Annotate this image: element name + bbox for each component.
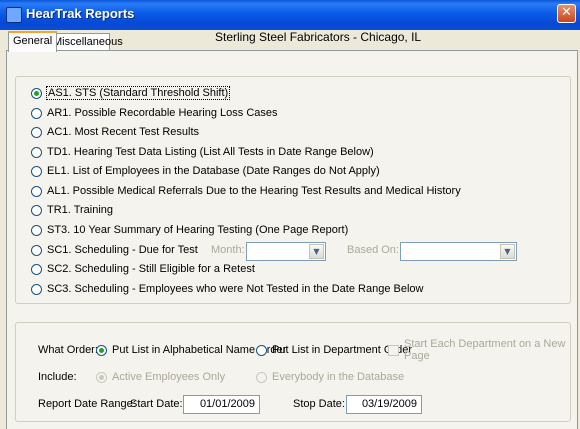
report-option[interactable]: SC1. Scheduling - Due for Test: [31, 242, 198, 258]
start-date-input[interactable]: 01/01/2009: [183, 395, 260, 414]
radio-icon[interactable]: [256, 344, 267, 356]
radio-icon[interactable]: [96, 344, 107, 356]
report-label: SC3. Scheduling - Employees who were Not…: [47, 283, 424, 295]
radio-icon[interactable]: [31, 107, 42, 119]
chevron-down-icon[interactable]: ▼: [500, 244, 515, 259]
radio-icon[interactable]: [31, 283, 42, 295]
stop-date-input[interactable]: 03/19/2009: [346, 395, 422, 414]
report-option[interactable]: AL1. Possible Medical Referrals Due to t…: [31, 183, 461, 199]
report-label: AL1. Possible Medical Referrals Due to t…: [47, 185, 461, 197]
radio-icon[interactable]: [31, 244, 42, 256]
chevron-down-icon[interactable]: ▼: [309, 244, 324, 259]
report-option[interactable]: TD1. Hearing Test Data Listing (List All…: [31, 144, 374, 160]
report-option[interactable]: AS1. STS (Standard Threshold Shift): [31, 85, 231, 101]
include-everybody-label: Everybody in the Database: [272, 371, 405, 383]
close-button[interactable]: ✕: [557, 4, 576, 23]
include-active-option[interactable]: Active Employees Only: [96, 369, 225, 385]
company-name: Sterling Steel Fabricators - Chicago, IL: [215, 30, 422, 44]
report-label: AC1. Most Recent Test Results: [47, 126, 200, 138]
title-bar: HearTrak Reports ✕: [0, 0, 580, 30]
checkbox-icon[interactable]: [388, 344, 399, 356]
report-option[interactable]: ST3. 10 Year Summary of Hearing Testing …: [31, 222, 348, 238]
based-on-label: Based On:: [347, 244, 399, 256]
month-label: Month:: [211, 244, 245, 256]
report-label: TD1. Hearing Test Data Listing (List All…: [47, 146, 374, 158]
radio-icon[interactable]: [31, 185, 42, 197]
radio-icon[interactable]: [31, 165, 42, 177]
report-label: AS1. STS (Standard Threshold Shift): [45, 86, 231, 100]
radio-icon[interactable]: [31, 224, 42, 236]
new-page-label: Start Each Department on a New Page: [404, 338, 566, 362]
include-label: Include:: [38, 371, 77, 383]
radio-icon[interactable]: [31, 146, 42, 158]
tab-general[interactable]: General: [8, 31, 58, 52]
date-range-label: Report Date Range:: [38, 398, 136, 410]
report-label: ST3. 10 Year Summary of Hearing Testing …: [47, 224, 349, 236]
report-label: SC2. Scheduling - Still Eligible for a R…: [47, 263, 255, 275]
include-active-label: Active Employees Only: [112, 371, 226, 383]
report-label: AR1. Possible Recordable Hearing Loss Ca…: [47, 107, 278, 119]
report-option[interactable]: EL1. List of Employees in the Database (…: [31, 163, 380, 179]
report-label: EL1. List of Employees in the Database (…: [47, 165, 380, 177]
radio-icon[interactable]: [31, 87, 42, 99]
report-option[interactable]: AR1. Possible Recordable Hearing Loss Ca…: [31, 105, 278, 121]
report-option[interactable]: TR1. Training: [31, 202, 113, 218]
radio-icon[interactable]: [256, 371, 267, 383]
report-option[interactable]: AC1. Most Recent Test Results: [31, 124, 199, 140]
based-on-select[interactable]: ▼: [400, 242, 517, 261]
app-icon: [6, 7, 22, 23]
order-label: What Order:: [38, 344, 98, 356]
window-title: HearTrak Reports: [26, 6, 135, 21]
tab-miscellaneous[interactable]: Miscellaneous: [48, 33, 123, 51]
report-option[interactable]: SC3. Scheduling - Employees who were Not…: [31, 281, 423, 297]
radio-icon[interactable]: [31, 263, 42, 275]
new-page-option[interactable]: Start Each Department on a New Page: [388, 338, 580, 362]
radio-icon[interactable]: [96, 371, 107, 383]
stop-date-label: Stop Date:: [293, 398, 345, 410]
month-select[interactable]: ▼: [246, 242, 326, 261]
report-label: TR1. Training: [47, 204, 114, 216]
radio-icon[interactable]: [31, 204, 42, 216]
report-label: SC1. Scheduling - Due for Test: [47, 244, 198, 256]
report-option[interactable]: SC2. Scheduling - Still Eligible for a R…: [31, 261, 255, 277]
radio-icon[interactable]: [31, 126, 42, 138]
start-date-label: Start Date:: [130, 398, 183, 410]
include-everybody-option[interactable]: Everybody in the Database: [256, 369, 404, 385]
